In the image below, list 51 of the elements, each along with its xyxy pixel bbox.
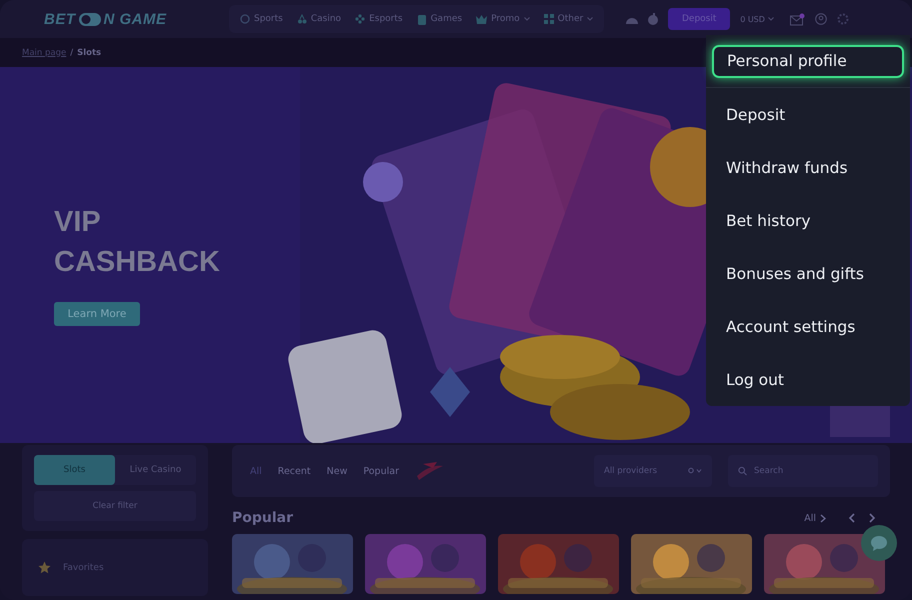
menu-item[interactable]: Bonuses and gifts xyxy=(706,247,910,300)
nav-link[interactable]: Sports xyxy=(235,14,288,24)
all-link[interactable]: All xyxy=(804,512,826,524)
search-field[interactable]: Search xyxy=(728,455,878,487)
chevron-right-icon xyxy=(820,514,826,522)
menu-item[interactable]: Withdraw funds xyxy=(706,141,910,194)
search-icon xyxy=(738,466,747,476)
nav-link[interactable]: Games xyxy=(412,14,468,24)
caret-icon xyxy=(768,17,774,21)
nav-link[interactable]: Promo xyxy=(471,14,535,24)
nav-link[interactable]: Casino xyxy=(292,14,346,24)
filter-tab[interactable]: Popular xyxy=(363,466,399,476)
balance-selector[interactable]: 0 USD xyxy=(740,14,774,24)
star-icon xyxy=(38,561,51,574)
breadcrumb-separator: / xyxy=(70,48,74,58)
menu-item[interactable]: Personal profile xyxy=(712,44,904,78)
menu-item-label[interactable]: Favorites xyxy=(63,562,104,572)
category-tab[interactable]: Live Casino xyxy=(115,455,196,485)
menu-item[interactable]: Log out xyxy=(706,353,910,406)
menu-item[interactable]: Deposit xyxy=(706,88,910,141)
previous-button[interactable] xyxy=(848,513,855,523)
user-icon[interactable] xyxy=(814,13,827,25)
search-caret-icon xyxy=(688,468,702,474)
breadcrumb-link[interactable]: Main page xyxy=(22,48,66,58)
nav-link[interactable]: Esports xyxy=(350,14,408,24)
current-page: Slots xyxy=(77,48,102,58)
chat-icon xyxy=(870,534,888,552)
mail-icon[interactable] xyxy=(790,12,805,26)
crown-icon xyxy=(476,14,488,24)
provider-select[interactable]: All providers xyxy=(594,455,712,487)
banner-title: VIP CASHBACK xyxy=(54,205,220,280)
section-title: Popular xyxy=(232,510,294,526)
menu-item[interactable]: Account settings xyxy=(706,300,910,353)
ball-icon xyxy=(240,14,250,24)
settings-icon[interactable] xyxy=(836,13,849,25)
chat-button[interactable] xyxy=(861,525,897,561)
toggle-icon xyxy=(78,12,100,26)
cherry-icon xyxy=(296,14,307,24)
menu-item[interactable]: Bet history xyxy=(706,194,910,247)
next-button[interactable] xyxy=(869,513,876,523)
logo[interactable]: BET N GAME xyxy=(44,10,219,28)
nav-link[interactable]: Other xyxy=(538,14,598,24)
filter-tab[interactable]: New xyxy=(326,466,348,476)
brand-icon xyxy=(414,460,445,482)
deposit-button[interactable]: Deposit xyxy=(668,8,730,30)
gamepad-icon xyxy=(355,14,366,24)
clear-filter-button[interactable]: Clear filter xyxy=(34,491,196,521)
filter-tab[interactable]: All xyxy=(250,466,262,476)
grid-icon xyxy=(544,14,554,24)
filter-tab[interactable]: Recent xyxy=(278,466,311,476)
learn-more-button[interactable]: Learn More xyxy=(54,302,140,326)
